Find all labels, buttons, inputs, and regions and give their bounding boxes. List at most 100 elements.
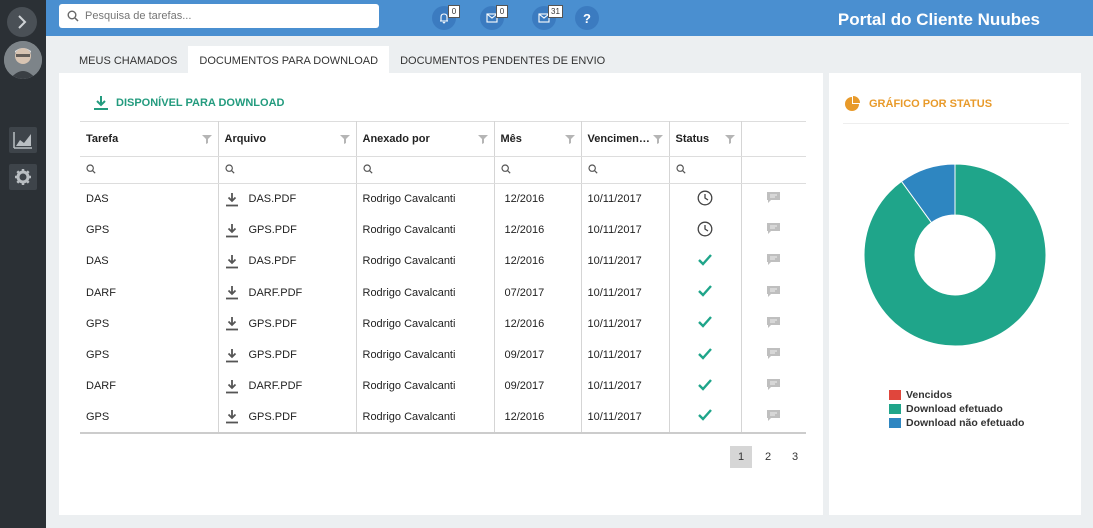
tab-meus-chamados[interactable]: MEUS CHAMADOS — [68, 46, 188, 74]
comment-icon[interactable] — [767, 285, 781, 297]
file-name[interactable]: DARF.PDF — [249, 287, 303, 299]
filter-icon[interactable] — [724, 134, 735, 144]
filter-icon[interactable] — [339, 134, 350, 144]
comment-icon[interactable] — [767, 379, 781, 391]
cell-arquivo[interactable]: DARF.PDF — [218, 370, 357, 402]
comment-icon[interactable] — [767, 254, 781, 266]
left-sidebar — [0, 0, 46, 528]
comment-icon[interactable] — [767, 409, 781, 421]
column-filter-arquivo-col[interactable] — [218, 156, 357, 184]
cell-arquivo[interactable]: DARF.PDF — [218, 277, 357, 309]
download-icon[interactable] — [225, 379, 239, 394]
page-2-button[interactable]: 2 — [757, 446, 779, 468]
column-header-vencimento-col[interactable]: Vencimen… — [581, 121, 670, 157]
download-icon[interactable] — [225, 348, 239, 363]
cell-arquivo[interactable]: DAS.PDF — [218, 183, 357, 215]
messages-button[interactable]: 0 — [480, 5, 508, 30]
table-row[interactable]: DAS DAS.PDF Rodrigo Cavalcanti 12/2016 10/11… — [80, 245, 806, 278]
user-photo-icon — [4, 41, 42, 79]
tab-documentos-download[interactable]: DOCUMENTOS PARA DOWNLOAD — [188, 46, 390, 74]
cell-actions[interactable] — [741, 215, 806, 246]
search-input[interactable] — [85, 10, 365, 22]
tab-documentos-pendentes[interactable]: DOCUMENTOS PENDENTES DE ENVIO — [389, 46, 616, 74]
column-filter-tarefa-col[interactable] — [80, 156, 219, 184]
cell-arquivo[interactable]: GPS.PDF — [218, 401, 357, 435]
table-row[interactable]: DARF DARF.PDF Rodrigo Cavalcanti 07/2017 10/… — [80, 277, 806, 309]
column-header-anexado-col[interactable]: Anexado por — [356, 121, 495, 157]
cell-mes: 12/2016 — [494, 308, 582, 340]
table-row[interactable]: DAS DAS.PDF Rodrigo Cavalcanti 12/2016 10/11… — [80, 183, 806, 215]
file-name[interactable]: GPS.PDF — [249, 318, 297, 330]
search-icon — [675, 163, 686, 174]
column-header-actions-col[interactable] — [741, 121, 806, 157]
legend-item[interactable]: Download efetuado — [889, 403, 1024, 415]
download-icon[interactable] — [225, 254, 239, 269]
filter-icon[interactable] — [564, 134, 575, 144]
search-box[interactable] — [59, 4, 379, 28]
file-name[interactable]: DAS.PDF — [249, 193, 297, 205]
column-header-tarefa-col[interactable]: Tarefa — [80, 121, 219, 157]
cell-arquivo[interactable]: DAS.PDF — [218, 245, 357, 278]
file-name[interactable]: DARF.PDF — [249, 380, 303, 392]
table-row[interactable]: GPS GPS.PDF Rodrigo Cavalcanti 12/2016 10/11… — [80, 401, 806, 435]
table-row[interactable]: GPS GPS.PDF Rodrigo Cavalcanti 12/2016 10/11… — [80, 308, 806, 340]
filter-icon[interactable] — [477, 134, 488, 144]
cell-vencimento: 10/11/2017 — [581, 308, 670, 340]
file-name[interactable]: GPS.PDF — [249, 224, 297, 236]
column-label: Arquivo — [224, 133, 267, 145]
page-1-button[interactable]: 1 — [730, 446, 752, 468]
column-filter-vencimento-col[interactable] — [581, 156, 670, 184]
check-icon — [698, 347, 712, 360]
column-header-arquivo-col[interactable]: Arquivo — [218, 121, 357, 157]
status-donut-chart — [863, 163, 1047, 347]
cell-vencimento: 10/11/2017 — [581, 214, 670, 246]
table-row[interactable]: GPS GPS.PDF Rodrigo Cavalcanti 09/2017 10/11… — [80, 339, 806, 371]
chart-icon — [13, 132, 32, 149]
help-button[interactable]: ? — [575, 6, 599, 30]
download-icon[interactable] — [225, 223, 239, 238]
sidebar-item-settings[interactable] — [9, 164, 37, 190]
download-icon[interactable] — [225, 409, 239, 424]
filter-icon[interactable] — [201, 134, 212, 144]
file-name[interactable]: GPS.PDF — [249, 349, 297, 361]
file-name[interactable]: GPS.PDF — [249, 411, 297, 423]
cell-status — [669, 245, 742, 278]
avatar[interactable] — [4, 41, 42, 79]
comment-icon[interactable] — [767, 348, 781, 360]
cell-actions[interactable] — [741, 277, 806, 308]
legend-item[interactable]: Vencidos — [889, 389, 1024, 401]
sidebar-toggle-button[interactable] — [7, 7, 37, 37]
clock-icon — [697, 190, 713, 206]
cell-arquivo[interactable]: GPS.PDF — [218, 339, 357, 371]
column-filter-mes-col[interactable] — [494, 156, 582, 184]
comment-icon[interactable] — [767, 316, 781, 328]
cell-actions[interactable] — [741, 339, 806, 370]
cell-actions[interactable] — [741, 308, 806, 339]
column-header-status-col[interactable]: Status — [669, 121, 742, 157]
table-row[interactable]: DARF DARF.PDF Rodrigo Cavalcanti 09/2017 10/… — [80, 370, 806, 402]
column-filter-anexado-col[interactable] — [356, 156, 495, 184]
comment-icon[interactable] — [767, 192, 781, 204]
download-icon[interactable] — [225, 192, 239, 207]
column-label: Status — [675, 133, 710, 145]
page-3-button[interactable]: 3 — [784, 446, 806, 468]
sidebar-item-reports[interactable] — [9, 127, 37, 153]
filter-icon[interactable] — [652, 134, 663, 144]
column-header-mes-col[interactable]: Mês — [494, 121, 582, 157]
cell-actions[interactable] — [741, 184, 806, 215]
legend-item[interactable]: Download não efetuado — [889, 417, 1024, 429]
column-label: Tarefa — [86, 133, 119, 145]
cell-actions[interactable] — [741, 246, 806, 277]
cell-actions[interactable] — [741, 401, 806, 435]
download-icon[interactable] — [225, 285, 239, 300]
notifications-button[interactable]: 0 — [432, 5, 460, 30]
download-icon[interactable] — [225, 316, 239, 331]
table-row[interactable]: GPS GPS.PDF Rodrigo Cavalcanti 12/2016 10/11… — [80, 214, 806, 246]
inbox-button[interactable]: 31 — [532, 5, 563, 30]
file-name[interactable]: DAS.PDF — [249, 255, 297, 267]
cell-actions[interactable] — [741, 371, 806, 402]
column-filter-status-col[interactable] — [669, 156, 742, 184]
cell-arquivo[interactable]: GPS.PDF — [218, 214, 357, 246]
comment-icon[interactable] — [767, 223, 781, 235]
cell-arquivo[interactable]: GPS.PDF — [218, 308, 357, 340]
